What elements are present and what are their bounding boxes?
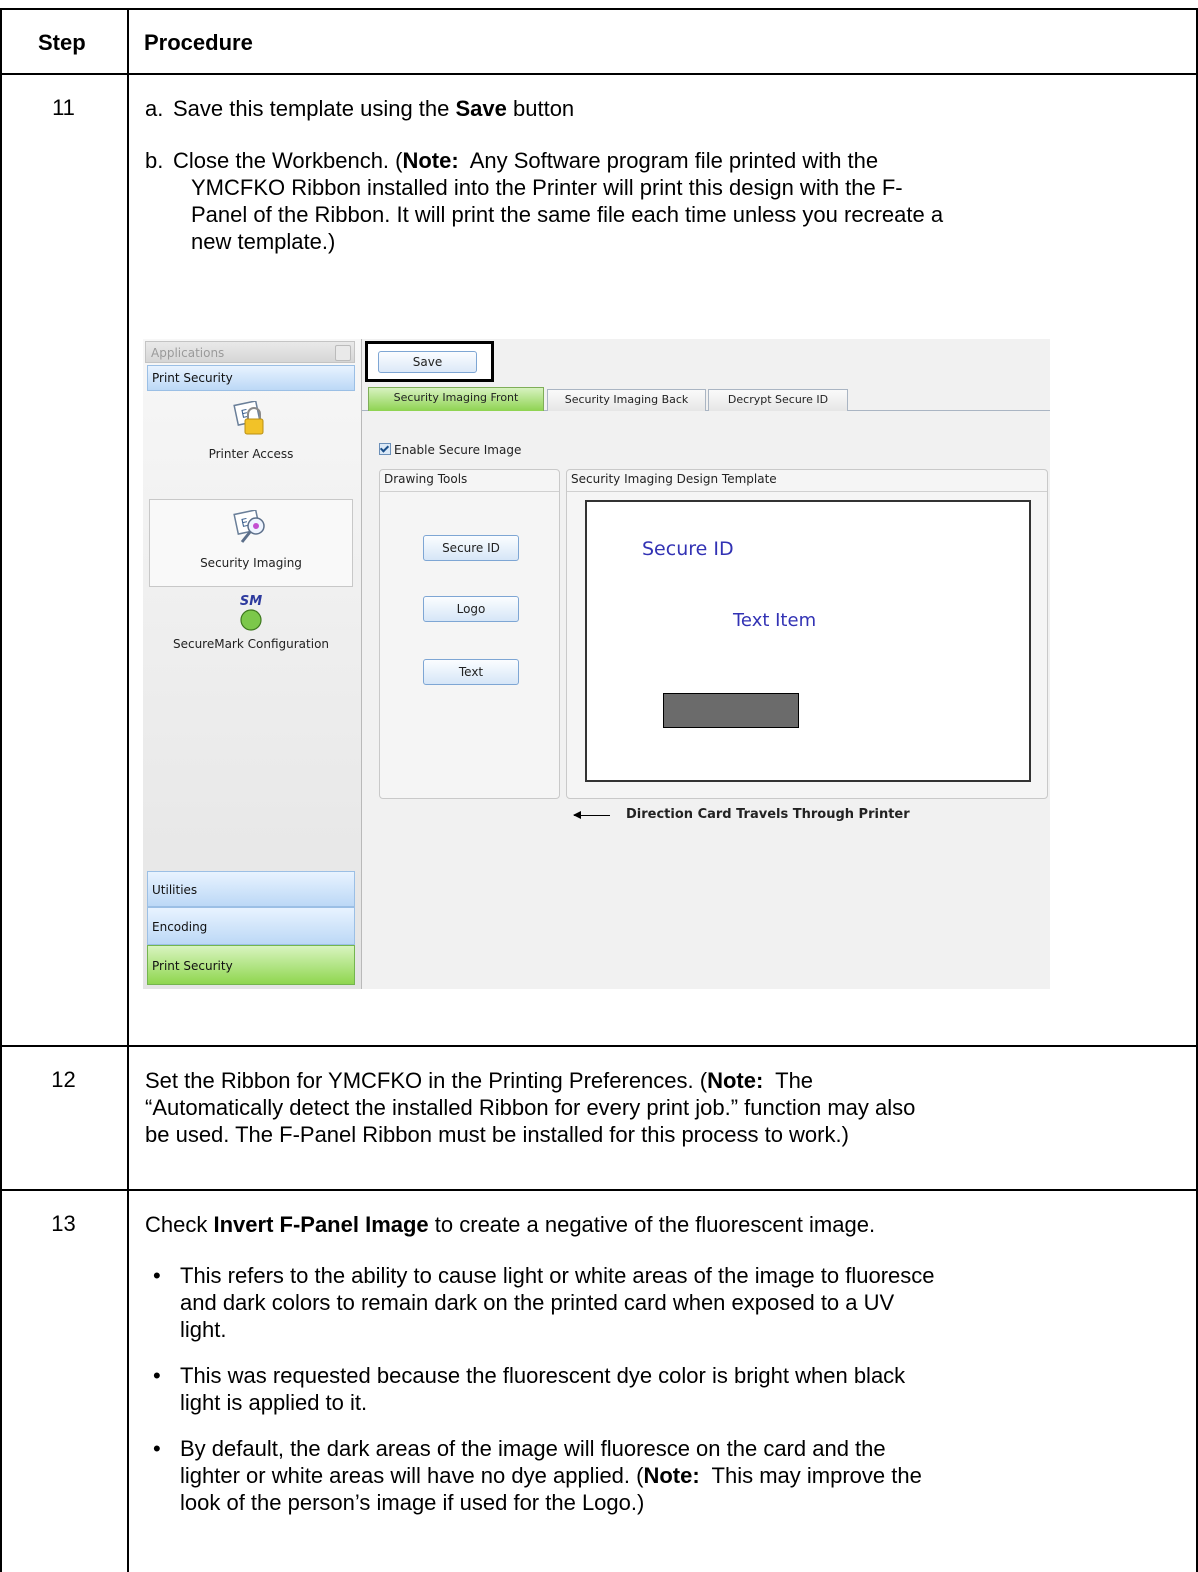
step-13-bullet-1: • This refers to the ability to cause li… — [153, 1262, 1193, 1343]
tab-security-imaging-front[interactable]: Security Imaging Front — [368, 387, 544, 411]
design-template-panel: Security Imaging Design Template Secure … — [566, 469, 1048, 799]
header-step: Step — [38, 30, 86, 55]
step-number-13: 13 — [51, 1211, 76, 1236]
enable-secure-image-checkbox[interactable]: Enable Secure Image — [379, 443, 521, 457]
applications-sidebar: Applications Print Security E Printer Ac… — [143, 339, 362, 989]
step-12-line2: “Automatically detect the installed Ribb… — [145, 1095, 916, 1120]
bullet-1-line3: light. — [180, 1317, 227, 1342]
step-13-bullet-2: • This was requested because the fluores… — [153, 1362, 1193, 1416]
tab-security-imaging-back[interactable]: Security Imaging Back — [547, 389, 706, 411]
design-template-title: Security Imaging Design Template — [571, 472, 777, 486]
step-11-a-text: Save this template using the — [173, 96, 456, 121]
step-12-note: Note: — [707, 1068, 764, 1093]
bullet-2-line2: light is applied to it. — [180, 1390, 368, 1415]
step-11-b-label: b. — [145, 148, 164, 173]
canvas-secure-id-item[interactable]: Secure ID — [642, 538, 734, 560]
canvas-text-item[interactable]: Text Item — [733, 610, 816, 631]
step-11-b-line4: new template.) — [191, 229, 336, 254]
bullet-2-line1: This was requested because the fluoresce… — [180, 1363, 906, 1388]
sidebar-title-text: Applications — [151, 346, 225, 360]
category-utilities[interactable]: Utilities — [147, 871, 355, 907]
step-13-bullet-3: • By default, the dark areas of the imag… — [153, 1435, 1193, 1516]
enable-secure-image-label: Enable Secure Image — [394, 443, 522, 457]
procedure-table: Step Procedure 11 a. Save this template u… — [0, 0, 1198, 1572]
checkbox-checked-icon[interactable] — [379, 443, 391, 455]
sidebar-item-printer-access-label: Printer Access — [208, 447, 294, 461]
pin-icon[interactable] — [335, 345, 351, 361]
direction-label: Direction Card Travels Through Printer — [626, 807, 910, 822]
text-tool-button[interactable]: Text — [423, 659, 519, 685]
step-number-11: 11 — [52, 95, 75, 120]
sidebar-title: Applications — [145, 341, 355, 363]
sidebar-item-printer-access[interactable]: E Printer Access — [149, 391, 353, 479]
step-12-line3: be used. The F-Panel Ribbon must be inst… — [145, 1122, 849, 1147]
step-12-text-cont: The — [763, 1068, 814, 1093]
save-button-highlight: Save — [365, 341, 494, 382]
step-11-a-label: a. — [145, 96, 164, 121]
row-12-divider — [0, 1189, 1198, 1191]
table-border-top — [0, 8, 1198, 10]
bullet-3-line2: lighter or white areas will have no dye … — [180, 1462, 922, 1489]
table-column-divider — [127, 8, 129, 1572]
left-arrow-icon — [573, 811, 610, 819]
drawing-tools-title: Drawing Tools — [384, 472, 468, 486]
security-imaging-icon: E — [231, 509, 271, 546]
step-number-12: 12 — [51, 1067, 76, 1092]
sidebar-item-securemark-label: SecureMark Configuration — [172, 637, 330, 651]
step-12-line1: Set the Ribbon for YMCFKO in the Printin… — [145, 1067, 813, 1094]
header-row-divider — [0, 73, 1198, 75]
step-11-b-text: Close the Workbench. ( — [173, 148, 403, 173]
bullet-dot-icon: • — [153, 1363, 161, 1388]
step-13-intro-text: Check — [145, 1212, 214, 1237]
sidebar-item-security-imaging-label: Security Imaging — [200, 556, 302, 570]
canvas-logo-placeholder[interactable] — [663, 693, 799, 728]
save-button[interactable]: Save — [378, 351, 477, 373]
step-12-text: Set the Ribbon for YMCFKO in the Printin… — [145, 1068, 708, 1093]
step-11-b-line3: Panel of the Ribbon. It will print the s… — [191, 202, 944, 227]
bullet-dot-icon: • — [153, 1263, 161, 1288]
step-11-b-note: Note: — [402, 148, 459, 173]
direction-label-text: Direction Card Travels Through Printer — [626, 807, 910, 822]
step-11-a: a. Save this template using the Save butt… — [145, 95, 574, 122]
sidebar-item-securemark[interactable]: SM SecureMark Configuration — [149, 589, 353, 677]
step-11-a-text-end: button — [506, 96, 575, 121]
category-print-security-bottom[interactable]: Print Security — [147, 945, 355, 985]
category-print-security-top[interactable]: Print Security — [147, 365, 355, 391]
bullet-dot-icon: • — [153, 1436, 161, 1461]
bullet-3-line2-text: lighter or white areas will have no dye … — [180, 1463, 644, 1488]
bullet-3-line3: look of the person’s image if used for t… — [180, 1490, 645, 1515]
bullet-3-line1: By default, the dark areas of the image … — [180, 1436, 886, 1461]
step-13-intro: Check Invert F-Panel Image to create a n… — [145, 1211, 875, 1238]
workbench-main-area: Save Security Imaging Front Security Ima… — [362, 339, 1050, 989]
step-13-intro-bold: Invert F-Panel Image — [213, 1212, 429, 1237]
sidebar-item-security-imaging[interactable]: E Security Imaging — [149, 499, 353, 587]
securemark-icon: SM — [231, 595, 271, 631]
printer-access-lock-icon: E — [231, 400, 271, 437]
row-11-divider — [0, 1045, 1198, 1047]
step-13-intro-text-end: to create a negative of the fluorescent … — [428, 1212, 876, 1237]
design-template-divider — [567, 491, 1047, 492]
category-encoding[interactable]: Encoding — [147, 907, 355, 945]
step-11-b: b. Close the Workbench. (Note: Any Softwa… — [145, 147, 878, 174]
application-screenshot: Applications Print Security E Printer Ac… — [143, 339, 1050, 989]
step-11-a-bold: Save — [455, 96, 507, 121]
design-canvas[interactable]: Secure ID Text Item — [585, 500, 1031, 782]
bullet-3-line2-cont: This may improve the — [699, 1463, 922, 1488]
step-11-b-text-cont: Any Software program file printed with t… — [458, 148, 879, 173]
tab-decrypt-secure-id[interactable]: Decrypt Secure ID — [708, 389, 848, 411]
drawing-tools-panel: Drawing Tools Secure ID Logo Text — [379, 469, 560, 799]
header-procedure: Procedure — [144, 30, 253, 55]
logo-tool-button[interactable]: Logo — [423, 596, 519, 622]
bullet-3-note: Note: — [643, 1463, 700, 1488]
drawing-tools-divider — [380, 491, 559, 492]
table-border-left — [0, 8, 2, 1572]
bullet-1-line2: and dark colors to remain dark on the pr… — [180, 1290, 895, 1315]
secure-id-tool-button[interactable]: Secure ID — [423, 535, 519, 561]
step-11-b-line2: YMCFKO Ribbon installed into the Printer… — [191, 175, 903, 200]
securemark-badge: SM — [239, 594, 263, 609]
bullet-1-line1: This refers to the ability to cause ligh… — [180, 1263, 935, 1288]
